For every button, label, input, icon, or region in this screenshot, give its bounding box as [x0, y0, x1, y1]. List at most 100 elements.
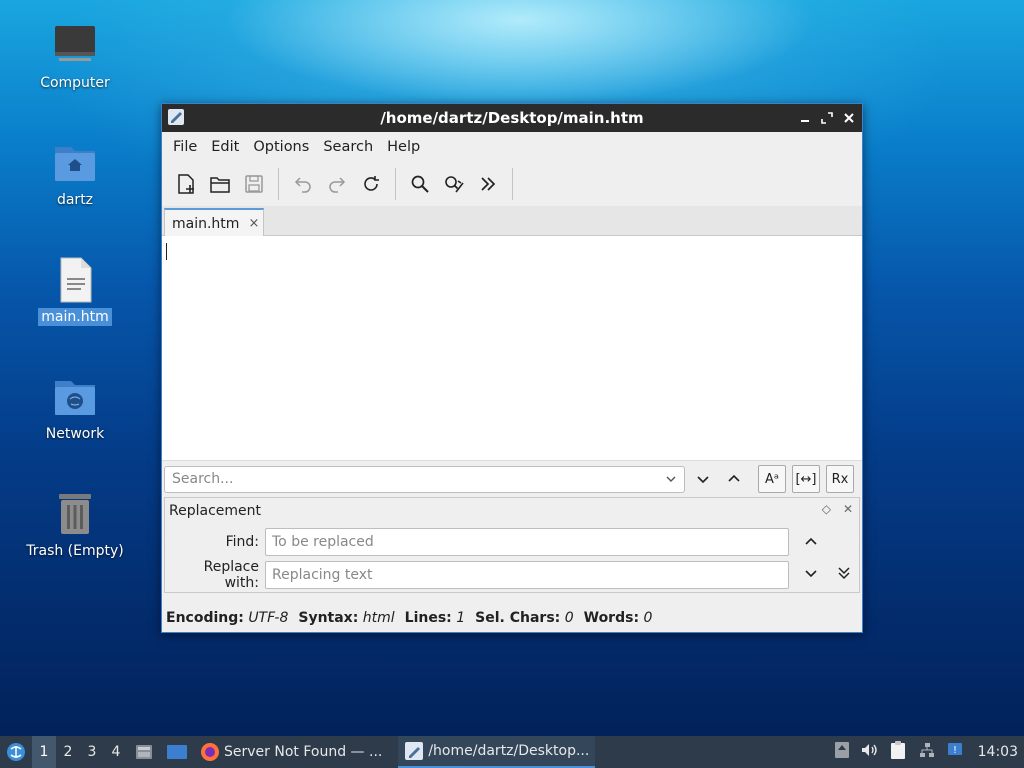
maximize-icon[interactable]	[820, 111, 834, 125]
text-editor-icon	[167, 108, 185, 126]
close-panel-icon[interactable]: ✕	[843, 502, 853, 516]
trash-icon	[51, 490, 99, 538]
toolbar	[162, 162, 862, 206]
chevron-down-icon	[697, 476, 709, 484]
chevron-down-icon	[805, 570, 817, 578]
float-panel-icon[interactable]: ◇	[822, 502, 831, 516]
chevron-down-icon[interactable]	[664, 472, 678, 486]
reload-icon[interactable]	[355, 168, 387, 200]
taskbar-task-firefox[interactable]: Server Not Found — ...	[194, 736, 388, 768]
open-folder-icon[interactable]	[204, 168, 236, 200]
find-next-button[interactable]	[689, 465, 717, 493]
chevron-up-icon	[728, 474, 740, 482]
toolbar-separator	[278, 168, 279, 200]
show-desktop-launcher[interactable]	[160, 736, 194, 768]
search-bar: Search... Aᵃ [↔] Rx	[162, 461, 862, 497]
workspace-3[interactable]: 3	[80, 736, 104, 768]
toolbar-separator	[395, 168, 396, 200]
minimize-icon[interactable]	[798, 111, 812, 125]
search-placeholder: Search...	[172, 471, 234, 487]
desktop-icon-label: dartz	[56, 192, 94, 208]
replace-field[interactable]: Replacing text	[265, 561, 789, 589]
text-editor-window: /home/dartz/Desktop/main.htm File Edit O…	[161, 103, 863, 633]
clipboard-icon[interactable]	[888, 740, 908, 764]
replacement-title: Replacement	[169, 503, 261, 519]
text-file-icon	[51, 256, 99, 304]
replace-placeholder: Replacing text	[272, 567, 373, 583]
desktop-icon-computer[interactable]: Computer	[15, 22, 135, 92]
menubar: File Edit Options Search Help	[162, 132, 862, 162]
replace-icon[interactable]	[438, 168, 470, 200]
tab-close-icon[interactable]: ×	[248, 216, 259, 231]
file-manager-launcher[interactable]	[128, 736, 160, 768]
status-encoding: Encoding: UTF-8	[166, 610, 289, 626]
text-editor-area[interactable]	[162, 236, 862, 461]
status-words: Words: 0	[583, 610, 653, 626]
replace-all-button[interactable]	[832, 561, 856, 585]
text-editor-icon	[405, 742, 424, 760]
match-case-button[interactable]: Aᵃ	[758, 465, 786, 493]
start-menu-button[interactable]	[0, 736, 32, 768]
status-syntax: Syntax: html	[298, 610, 395, 626]
desktop-icon	[167, 745, 187, 759]
menu-options[interactable]: Options	[246, 139, 316, 155]
find-icon[interactable]	[404, 168, 436, 200]
menu-edit[interactable]: Edit	[204, 139, 246, 155]
workspace-1[interactable]: 1	[32, 736, 56, 768]
status-lines: Lines: 1	[404, 610, 466, 626]
save-icon[interactable]	[238, 168, 270, 200]
find-field[interactable]: To be replaced	[265, 528, 789, 556]
lxqt-logo-icon	[7, 743, 25, 761]
desktop-icon-main-htm[interactable]: main.htm	[15, 256, 135, 326]
find-previous-button[interactable]	[720, 465, 748, 493]
svg-text:!: !	[953, 745, 957, 756]
tab-main-htm[interactable]: main.htm ×	[164, 208, 264, 237]
desktop-icon-network[interactable]: Network	[15, 373, 135, 443]
firefox-icon	[201, 743, 219, 761]
more-icon[interactable]	[472, 168, 504, 200]
status-sel-chars: Sel. Chars: 0	[475, 610, 574, 626]
desktop-icon-dartz[interactable]: dartz	[15, 139, 135, 209]
workspace-2[interactable]: 2	[56, 736, 80, 768]
window-titlebar[interactable]: /home/dartz/Desktop/main.htm	[162, 104, 862, 132]
text-caret	[166, 243, 167, 260]
computer-icon	[51, 22, 99, 70]
undo-icon[interactable]	[287, 168, 319, 200]
taskbar-task-text-editor[interactable]: /home/dartz/Desktop...	[398, 736, 596, 768]
task-label: /home/dartz/Desktop...	[428, 743, 590, 759]
volume-icon[interactable]	[860, 741, 878, 763]
clock[interactable]: 14:03	[978, 744, 1018, 760]
toolbar-separator	[512, 168, 513, 200]
search-input[interactable]: Search...	[164, 465, 685, 493]
tab-bar: main.htm ×	[162, 206, 862, 237]
workspace-4[interactable]: 4	[104, 736, 128, 768]
desktop-icon-label: Trash (Empty)	[26, 543, 124, 559]
desktop-icon-label: Network	[45, 426, 105, 442]
task-label: Server Not Found — ...	[224, 744, 383, 760]
notification-icon[interactable]: !	[946, 741, 964, 763]
menu-file[interactable]: File	[166, 139, 204, 155]
replace-previous-button[interactable]	[799, 530, 823, 554]
menu-help[interactable]: Help	[380, 139, 427, 155]
tab-label: main.htm	[172, 215, 240, 232]
network-icon[interactable]	[918, 741, 936, 763]
replacement-panel: Replacement ◇ ✕ Find: To be replaced Rep…	[164, 497, 860, 593]
regex-button[interactable]: Rx	[826, 465, 854, 493]
replace-next-button[interactable]	[799, 561, 823, 585]
file-manager-icon	[136, 745, 152, 759]
desktop-icon-trash[interactable]: Trash (Empty)	[15, 490, 135, 560]
taskbar: 1 2 3 4 Server Not Found — ... /home/dar…	[0, 736, 1024, 768]
double-chevron-down-icon	[838, 567, 850, 580]
replace-label: Replace with:	[203, 559, 259, 591]
network-folder-icon	[51, 373, 99, 421]
find-placeholder: To be replaced	[272, 534, 374, 550]
tray-updates-icon[interactable]	[834, 741, 850, 763]
chevron-up-icon	[805, 537, 817, 545]
desktop-icon-label: Computer	[40, 75, 110, 91]
whole-word-button[interactable]: [↔]	[792, 465, 820, 493]
close-icon[interactable]	[842, 111, 856, 125]
new-file-icon[interactable]	[170, 168, 202, 200]
menu-search[interactable]: Search	[316, 139, 380, 155]
desktop-icon-label: main.htm	[38, 308, 112, 326]
redo-icon[interactable]	[321, 168, 353, 200]
